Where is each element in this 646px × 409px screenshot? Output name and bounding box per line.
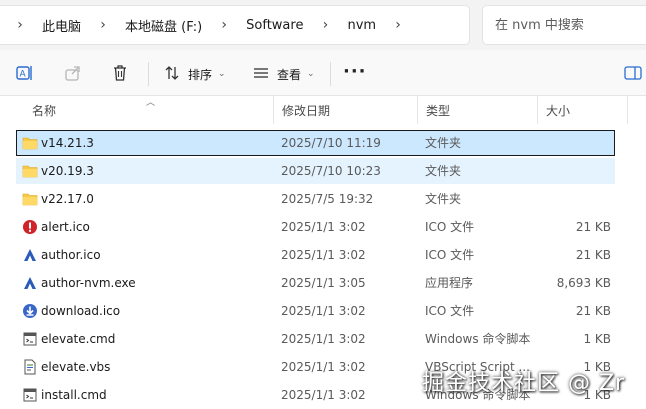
file-row[interactable]: v14.21.3 2025/7/10 11:19 文件夹 — [16, 130, 615, 156]
chevron-right-icon[interactable]: › — [91, 17, 115, 33]
column-header-date[interactable]: 修改日期 — [274, 96, 418, 124]
file-name: author.ico — [41, 248, 101, 262]
watermark: 掘金技术社区 @ Zr — [422, 371, 626, 396]
command-bar: A 排序 ⌄ 查看 ⌄ ··· — [0, 50, 646, 96]
column-header-size[interactable]: 大小 — [538, 96, 628, 124]
sort-label: 排序 — [188, 67, 213, 82]
alert-icon — [21, 215, 39, 239]
file-date: 2025/1/1 3:02 — [281, 360, 366, 374]
delete-icon[interactable] — [110, 63, 130, 83]
file-date: 2025/1/1 3:02 — [281, 248, 366, 262]
file-date: 2025/7/5 19:32 — [281, 192, 374, 206]
file-name: alert.ico — [41, 220, 90, 234]
sort-button[interactable]: 排序 ⌄ — [164, 62, 226, 86]
cmd-file-icon — [21, 327, 39, 351]
file-size: 21 KB — [575, 304, 611, 318]
file-name: elevate.vbs — [41, 360, 111, 374]
breadcrumb-nvm[interactable]: nvm — [337, 18, 386, 33]
vbs-file-icon — [21, 355, 39, 379]
file-size — [537, 159, 611, 183]
file-size: 1 KB — [583, 332, 611, 346]
file-type: 文件夹 — [425, 136, 462, 150]
author-icon — [21, 243, 39, 267]
more-options-button[interactable]: ··· — [343, 62, 367, 82]
rename-icon[interactable]: A — [15, 63, 35, 83]
search-box[interactable] — [482, 5, 646, 45]
file-row[interactable]: elevate.cmd 2025/1/1 3:02 Windows 命令脚本 1… — [16, 326, 615, 352]
details-pane-icon[interactable] — [624, 66, 642, 83]
view-icon — [253, 65, 269, 84]
file-row[interactable]: author-nvm.exe 2025/1/1 3:05 应用程序 8,693 … — [16, 270, 615, 296]
toolbar-divider — [330, 62, 331, 86]
breadcrumb-software[interactable]: Software — [236, 18, 313, 33]
view-button[interactable]: 查看 ⌄ — [253, 62, 315, 86]
cmd-file-icon — [21, 383, 39, 407]
file-name: author-nvm.exe — [41, 276, 136, 290]
chevron-right-icon[interactable]: › — [386, 17, 410, 33]
folder-icon — [21, 131, 39, 155]
file-size: 21 KB — [575, 248, 611, 262]
download-icon — [21, 299, 39, 323]
chevron-right-icon[interactable]: › — [8, 17, 32, 33]
file-type: Windows 命令脚本 — [425, 332, 531, 346]
breadcrumb-local-disk[interactable]: 本地磁盘 (F:) — [115, 16, 212, 35]
file-type: 应用程序 — [425, 276, 474, 290]
column-header-name[interactable]: 名称 — [24, 96, 274, 124]
search-input[interactable] — [495, 17, 645, 33]
view-label: 查看 — [277, 67, 302, 82]
file-row[interactable]: v20.19.3 2025/7/10 10:23 文件夹 — [16, 158, 615, 184]
column-headers: ︿ 名称 修改日期 类型 大小 — [0, 96, 646, 124]
file-size: 8,693 KB — [556, 276, 611, 290]
file-date: 2025/1/1 3:05 — [281, 276, 366, 290]
file-size: 21 KB — [575, 220, 611, 234]
author-icon — [21, 271, 39, 295]
file-date: 2025/1/1 3:02 — [281, 388, 366, 402]
address-bar-row: › 此电脑 › 本地磁盘 (F:) › Software › nvm › — [0, 0, 646, 50]
file-date: 2025/1/1 3:02 — [281, 220, 366, 234]
file-size — [537, 131, 611, 155]
chevron-right-icon[interactable]: › — [212, 17, 236, 33]
file-row[interactable]: alert.ico 2025/1/1 3:02 ICO 文件 21 KB — [16, 214, 615, 240]
sort-icon — [164, 65, 180, 84]
file-name: v14.21.3 — [41, 136, 94, 150]
file-type: ICO 文件 — [425, 248, 475, 262]
chevron-right-icon[interactable]: › — [313, 17, 337, 33]
file-date: 2025/1/1 3:02 — [281, 332, 366, 346]
file-type: 文件夹 — [425, 192, 462, 206]
file-type: ICO 文件 — [425, 220, 475, 234]
file-name: v20.19.3 — [41, 164, 94, 178]
file-date: 2025/7/10 11:19 — [281, 136, 381, 150]
file-name: v22.17.0 — [41, 192, 94, 206]
chevron-down-icon: ⌄ — [218, 69, 226, 79]
file-name: install.cmd — [41, 388, 107, 402]
folder-icon — [21, 159, 39, 183]
file-name: elevate.cmd — [41, 332, 116, 346]
file-row[interactable]: author.ico 2025/1/1 3:02 ICO 文件 21 KB — [16, 242, 615, 268]
share-icon[interactable] — [63, 63, 83, 83]
column-header-type[interactable]: 类型 — [418, 96, 538, 124]
file-date: 2025/7/10 10:23 — [281, 164, 381, 178]
folder-icon — [21, 187, 39, 211]
file-type: ICO 文件 — [425, 304, 475, 318]
file-row[interactable]: v22.17.0 2025/7/5 19:32 文件夹 — [16, 186, 615, 212]
file-date: 2025/1/1 3:02 — [281, 304, 366, 318]
svg-text:A: A — [20, 70, 27, 80]
file-name: download.ico — [41, 304, 121, 318]
address-bar[interactable]: › 此电脑 › 本地磁盘 (F:) › Software › nvm › — [0, 5, 470, 45]
breadcrumb-this-pc[interactable]: 此电脑 — [32, 16, 91, 35]
file-type: 文件夹 — [425, 164, 462, 178]
toolbar-divider — [148, 62, 149, 86]
file-size — [537, 187, 611, 211]
file-row[interactable]: download.ico 2025/1/1 3:02 ICO 文件 21 KB — [16, 298, 615, 324]
chevron-down-icon: ⌄ — [307, 69, 315, 79]
